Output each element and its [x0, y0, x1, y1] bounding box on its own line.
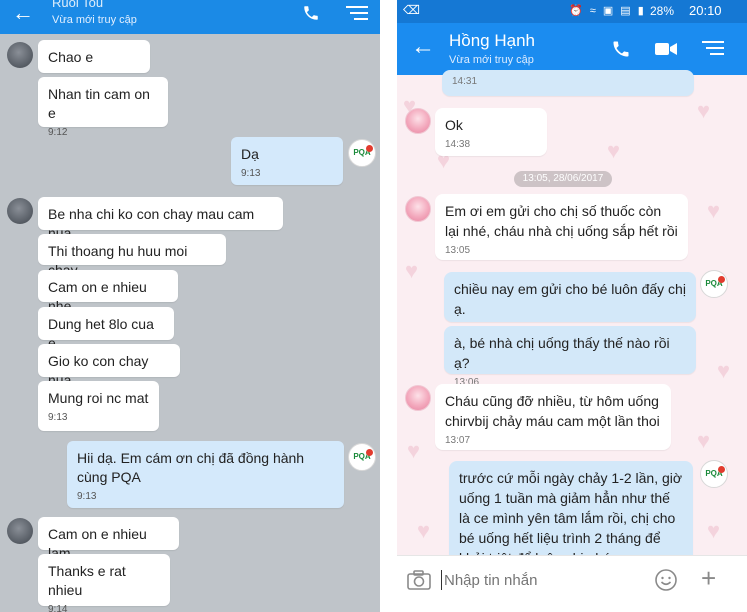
- contact-avatar[interactable]: [405, 385, 431, 411]
- heart-pattern: ♥: [697, 98, 711, 123]
- video-icon[interactable]: [655, 41, 677, 57]
- pqa-logo-avatar: PQA: [348, 139, 376, 167]
- pqa-logo-avatar: PQA: [700, 270, 728, 298]
- heart-pattern: ♥: [407, 438, 421, 463]
- message-time: 9:13: [48, 412, 68, 423]
- message-composer: +: [397, 555, 747, 612]
- message-text: Nhan tin cam on e: [48, 86, 150, 121]
- message-bubble: Gio ko con chay nua: [38, 344, 180, 388]
- message-text: trước cứ mỗi ngày chảy 1-2 lần, giờ uống…: [459, 470, 683, 555]
- plus-icon[interactable]: +: [701, 565, 716, 591]
- camera-icon[interactable]: [407, 570, 431, 590]
- message-time: 9:14: [48, 604, 68, 612]
- left-chat-screenshot: ← Ruoi Tou Vừa mới truy cập Chao e Nhan …: [0, 0, 380, 612]
- message-time: 13:07: [445, 435, 471, 446]
- back-arrow-icon[interactable]: ←: [411, 35, 435, 59]
- heart-pattern: ♥: [707, 518, 721, 543]
- message-text: Em ơi em gửi cho chị số thuốc còn lại nh…: [445, 203, 678, 239]
- pqa-logo-avatar: PQA: [348, 443, 376, 471]
- message-bubble: Cam on e nhieu nhe: [38, 270, 178, 314]
- heart-pattern: ♥: [417, 518, 431, 543]
- message-bubble: Em ơi em gửi cho chị số thuốc còn lại nh…: [435, 194, 688, 260]
- contact-avatar[interactable]: [7, 198, 33, 224]
- message-bubble-sent: 14:31: [442, 70, 694, 96]
- status-bar: ⌫ ⏰ ≈ ▣ ▤ ▮ 28% 20:10: [397, 0, 747, 23]
- right-chat-screenshot: ♥ ♥ ♥ ♥ ♥ ♥ ♥ ♥ ♥ ♥ ♥ ⌫ ⏰ ≈ ▣ ▤ ▮ 28% 20…: [397, 0, 747, 612]
- contact-status: Vừa mới truy cập: [52, 14, 137, 26]
- status-left-icon: ⌫: [403, 3, 420, 17]
- message-text: Dạ: [241, 146, 259, 162]
- pqa-logo-avatar: PQA: [700, 460, 728, 488]
- message-bubble: Dung het 8lo cua e: [38, 307, 174, 351]
- message-text: chiều nay em gửi cho bé luôn đấy chị ạ.: [454, 281, 686, 317]
- message-bubble: Thi thoang hu huu moi chay: [38, 234, 226, 278]
- message-text: Mung roi nc mat: [48, 390, 149, 406]
- message-bubble: Nhan tin cam on e 9:12: [38, 77, 168, 138]
- contact-avatar[interactable]: [405, 108, 431, 134]
- left-chat-header: ← Ruoi Tou Vừa mới truy cập: [0, 0, 380, 34]
- status-time: 20:10: [689, 3, 722, 18]
- message-text: à, bé nhà chị uống thấy thế nào rồi ạ?: [454, 335, 670, 371]
- message-text: Thanks e rat nhieu: [48, 563, 126, 598]
- battery-level: 28%: [650, 4, 675, 18]
- message-text: Cháu cũng đỡ nhiều, từ hôm uống chirvbij…: [445, 393, 660, 429]
- message-time: 9:13: [241, 168, 261, 179]
- message-bubble: Ok 14:38: [435, 108, 547, 156]
- phone-icon[interactable]: [611, 39, 631, 59]
- status-icons: ⏰ ≈ ▣ ▤ ▮: [569, 5, 646, 17]
- message-bubble-sent: chiều nay em gửi cho bé luôn đấy chị ạ.: [444, 272, 696, 322]
- message-text: Hii dạ. Em cám ơn chị đã đồng hành cùng …: [77, 450, 305, 485]
- message-input[interactable]: [441, 570, 621, 590]
- date-separator: 13:05, 28/06/2017: [514, 171, 612, 187]
- heart-pattern: ♥: [405, 258, 419, 283]
- contact-name: Hồng Hạnh: [449, 31, 536, 50]
- message-bubble: Cháu cũng đỡ nhiều, từ hôm uống chirvbij…: [435, 384, 671, 450]
- message-bubble: Be nha chi ko con chay mau cam nua: [38, 197, 283, 241]
- message-time: 9:12: [48, 127, 68, 138]
- message-bubble: Chao e: [38, 40, 150, 73]
- contact-status: Vừa mới truy cập: [449, 54, 534, 66]
- contact-avatar[interactable]: [405, 196, 431, 222]
- message-bubble: Thanks e rat nhieu 9:14: [38, 554, 170, 612]
- message-time: 9:13: [77, 491, 97, 502]
- heart-pattern: ♥: [607, 138, 621, 163]
- message-bubble-sent: Dạ 9:13: [231, 137, 343, 185]
- message-time: 14:31: [452, 76, 478, 87]
- heart-pattern: ♥: [707, 198, 721, 223]
- message-bubble-sent: trước cứ mỗi ngày chảy 1-2 lần, giờ uống…: [449, 461, 693, 555]
- message-bubble: Mung roi nc mat 9:13: [38, 381, 159, 431]
- message-bubble-sent: Hii dạ. Em cám ơn chị đã đồng hành cùng …: [67, 441, 344, 508]
- contact-name: Ruoi Tou: [52, 0, 104, 10]
- emoji-icon[interactable]: [654, 568, 678, 592]
- message-time: 13:05: [445, 245, 471, 256]
- message-bubble: Cam on e nhieu lam: [38, 517, 179, 561]
- message-time: 14:38: [445, 139, 471, 150]
- contact-avatar[interactable]: [7, 518, 33, 544]
- menu-icon[interactable]: [702, 40, 724, 56]
- heart-pattern: ♥: [717, 358, 731, 383]
- phone-icon[interactable]: [302, 4, 320, 22]
- message-text: Chao e: [48, 49, 94, 65]
- heart-pattern: ♥: [697, 428, 711, 453]
- message-bubble-sent: à, bé nhà chị uống thấy thế nào rồi ạ? 13…: [444, 326, 696, 388]
- right-chat-header: ← Hồng Hạnh Vừa mới truy cập: [397, 23, 747, 75]
- back-arrow-icon[interactable]: ←: [12, 2, 34, 24]
- menu-icon[interactable]: [346, 5, 368, 21]
- contact-avatar[interactable]: [7, 42, 33, 68]
- message-text: Ok: [445, 117, 463, 133]
